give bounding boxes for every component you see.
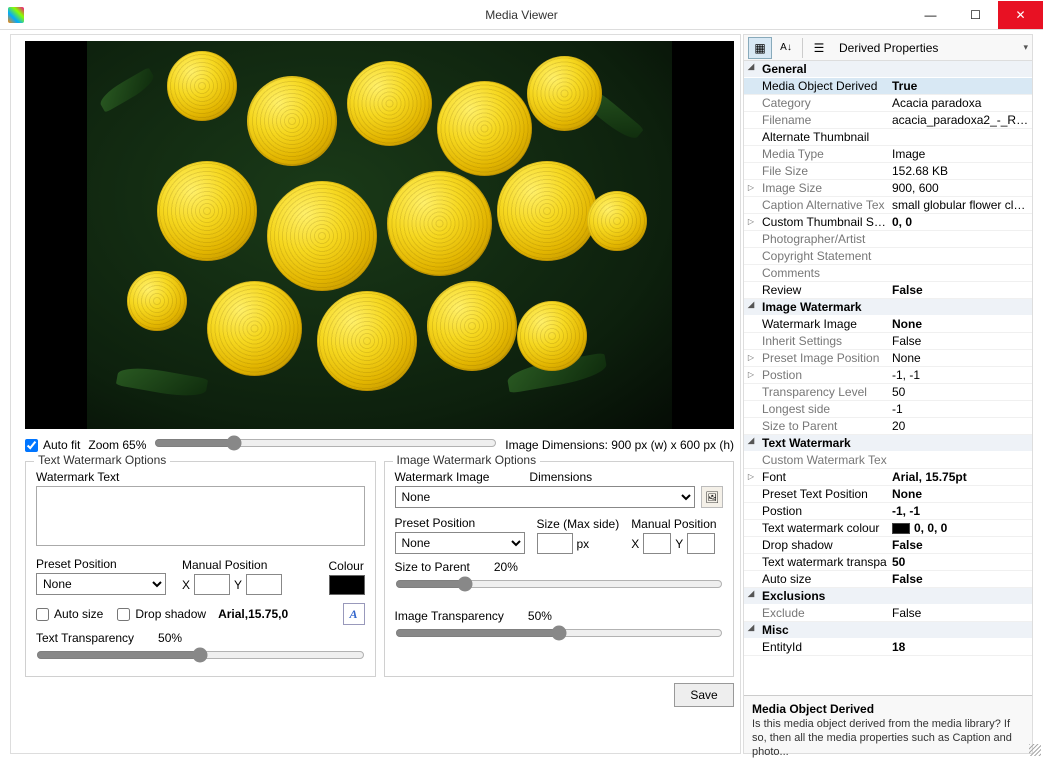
property-row[interactable]: Watermark ImageNone (744, 316, 1032, 333)
property-row[interactable]: ▷Postion-1, -1 (744, 367, 1032, 384)
drop-shadow-checkbox[interactable]: Drop shadow (117, 607, 206, 621)
property-row[interactable]: Auto sizeFalse (744, 571, 1032, 588)
image-wm-x-input[interactable] (643, 533, 671, 554)
property-row[interactable]: Postion-1, -1 (744, 503, 1032, 520)
property-category[interactable]: Exclusions (744, 588, 1032, 605)
font-picker-button[interactable]: A (343, 603, 365, 625)
property-row[interactable]: Preset Text PositionNone (744, 486, 1032, 503)
property-row[interactable]: Size to Parent20 (744, 418, 1032, 435)
auto-fit-checkbox[interactable]: Auto fit (25, 438, 80, 452)
text-preset-position-select[interactable]: None (36, 573, 166, 595)
alphabetical-view-button[interactable]: A↓ (774, 37, 798, 59)
text-wm-y-input[interactable] (246, 574, 282, 595)
image-dimensions-label: Image Dimensions: 900 px (w) x 600 px (h… (505, 438, 734, 452)
watermark-image-select[interactable]: None (395, 486, 696, 508)
close-button[interactable]: ✕ (998, 1, 1043, 29)
save-button[interactable]: Save (674, 683, 734, 707)
property-row[interactable]: File Size152.68 KB (744, 163, 1032, 180)
text-watermark-group: Text Watermark Options Watermark Text Pr… (25, 461, 376, 677)
property-category[interactable]: Misc (744, 622, 1032, 639)
image-watermark-group: Image Watermark Options Watermark Image … (384, 461, 735, 677)
property-row[interactable]: Transparency Level50 (744, 384, 1032, 401)
watermark-text-input[interactable] (36, 486, 365, 546)
flower-photo (87, 41, 672, 429)
image-preview[interactable] (25, 41, 734, 429)
property-row[interactable]: Longest side-1 (744, 401, 1032, 418)
property-category[interactable]: Text Watermark (744, 435, 1032, 452)
property-row[interactable]: Filenameacacia_paradoxa2_-_RFR.jpg (744, 112, 1032, 129)
property-toolbar: ▦ A↓ ☰ Derived Properties ▾ (744, 35, 1032, 61)
property-row[interactable]: Photographer/Artist (744, 231, 1032, 248)
window-title: Media Viewer (485, 8, 557, 22)
property-row[interactable]: ReviewFalse (744, 282, 1032, 299)
property-row[interactable]: Media Object DerivedTrue (744, 78, 1032, 95)
minimize-button[interactable]: — (908, 1, 953, 29)
property-row[interactable]: ▷Custom Thumbnail Size0, 0 (744, 214, 1032, 231)
font-display: Arial,15.75,0 (218, 607, 288, 621)
property-row[interactable]: ▷Preset Image PositionNone (744, 350, 1032, 367)
property-row[interactable]: EntityId18 (744, 639, 1032, 656)
property-row[interactable]: Media TypeImage (744, 146, 1032, 163)
property-description: Media Object Derived Is this media objec… (744, 695, 1032, 753)
text-wm-colour-swatch[interactable] (329, 575, 365, 595)
categorized-view-button[interactable]: ▦ (748, 37, 772, 59)
size-to-parent-slider[interactable] (395, 576, 724, 592)
zoom-label: Zoom 65% (88, 438, 146, 452)
auto-size-checkbox[interactable]: Auto size (36, 607, 103, 621)
property-row[interactable]: ▷FontArial, 15.75pt (744, 469, 1032, 486)
property-row[interactable]: Copyright Statement (744, 248, 1032, 265)
resize-grip[interactable] (1029, 744, 1041, 756)
property-grid[interactable]: GeneralMedia Object DerivedTrueCategoryA… (744, 61, 1032, 695)
image-wm-size-input[interactable] (537, 533, 573, 554)
chevron-down-icon: ▾ (1023, 42, 1028, 53)
property-row[interactable]: ▷Image Size900, 600 (744, 180, 1032, 197)
image-wm-y-input[interactable] (687, 533, 715, 554)
browse-image-button[interactable]: 🖼 (701, 486, 723, 508)
property-category[interactable]: General (744, 61, 1032, 78)
property-row[interactable]: CategoryAcacia paradoxa (744, 95, 1032, 112)
text-transparency-slider[interactable] (36, 647, 365, 663)
property-row[interactable]: ExcludeFalse (744, 605, 1032, 622)
property-scope-dropdown[interactable]: Derived Properties (839, 41, 1021, 55)
property-category[interactable]: Image Watermark (744, 299, 1032, 316)
property-row[interactable]: Inherit SettingsFalse (744, 333, 1032, 350)
property-row[interactable]: Caption Alternative Texsmall globular fl… (744, 197, 1032, 214)
text-wm-x-input[interactable] (194, 574, 230, 595)
property-row[interactable]: Drop shadowFalse (744, 537, 1032, 554)
titlebar: Media Viewer — ☐ ✕ (0, 0, 1043, 30)
property-row[interactable]: Alternate Thumbnail (744, 129, 1032, 146)
image-transparency-slider[interactable] (395, 625, 724, 641)
app-icon (8, 7, 24, 23)
property-pages-button[interactable]: ☰ (807, 37, 831, 59)
image-preset-position-select[interactable]: None (395, 532, 525, 554)
property-row[interactable]: Custom Watermark Tex (744, 452, 1032, 469)
zoom-slider[interactable] (154, 435, 497, 451)
property-row[interactable]: Comments (744, 265, 1032, 282)
maximize-button[interactable]: ☐ (953, 1, 998, 29)
property-row[interactable]: Text watermark transpa50 (744, 554, 1032, 571)
property-row[interactable]: Text watermark colour0, 0, 0 (744, 520, 1032, 537)
